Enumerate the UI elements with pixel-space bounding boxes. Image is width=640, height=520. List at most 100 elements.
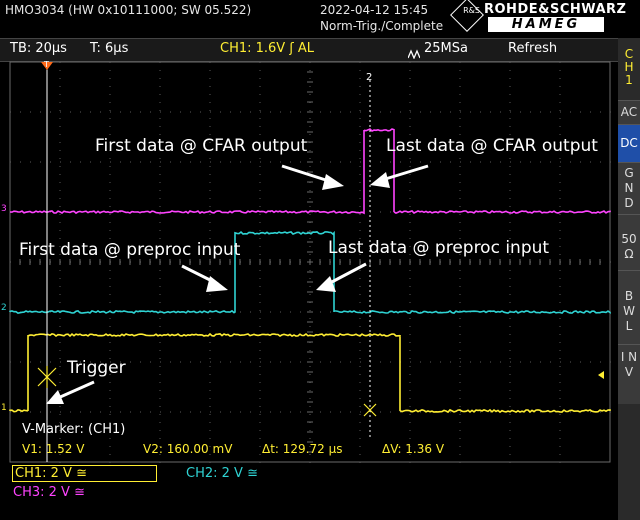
grid-dot <box>200 361 201 363</box>
grid-dot <box>559 238 561 239</box>
grid-dot <box>59 134 61 135</box>
grid-dot <box>109 318 111 319</box>
grid-dot <box>409 182 411 183</box>
grid-dot <box>559 334 561 335</box>
grid-dot <box>90 411 91 413</box>
grid-dot <box>559 318 561 319</box>
grid-dot <box>509 78 511 79</box>
grid-dot <box>509 214 511 215</box>
grid-dot <box>359 150 361 151</box>
grid-dot <box>420 361 421 363</box>
grid-dot <box>409 174 411 175</box>
grid-dot <box>210 361 211 363</box>
grid-dot <box>20 111 21 113</box>
grid-dot <box>510 161 511 163</box>
grid-dot <box>459 230 461 231</box>
grid-dot <box>280 311 281 313</box>
grid-dot <box>470 111 471 113</box>
grid-dot <box>409 110 411 111</box>
grid-dot <box>500 111 501 113</box>
grid-dot <box>340 361 341 363</box>
grid-dot <box>100 111 101 113</box>
grid-dot <box>359 270 361 271</box>
grid-dot <box>59 150 61 151</box>
grid-dot <box>270 361 271 363</box>
ch1-settings[interactable]: CH1: 2 V ≅ <box>12 465 157 482</box>
grid-dot <box>240 161 241 163</box>
grid-dot <box>59 406 61 407</box>
grid-dot <box>390 411 391 413</box>
grid-dot <box>59 358 61 359</box>
grid-dot <box>159 110 161 111</box>
grid-dot <box>209 350 211 351</box>
ch2-settings[interactable]: CH2: 2 V ≅ <box>186 466 258 481</box>
grid-dot <box>59 390 61 391</box>
grid-dot <box>559 94 561 95</box>
grid-dot <box>509 462 511 463</box>
grid-dot <box>240 311 241 313</box>
grid-dot <box>559 462 561 463</box>
grid-dot <box>410 161 411 163</box>
grid-dot <box>130 361 131 363</box>
ch1-level-marker[interactable]: 1 <box>1 403 7 413</box>
grid-dot <box>409 278 411 279</box>
grid-dot <box>209 166 211 167</box>
grid-dot <box>530 161 531 163</box>
grid-dot <box>470 361 471 363</box>
grid-dot <box>150 111 151 113</box>
grid-dot <box>109 86 111 87</box>
grid-dot <box>259 454 261 455</box>
grid-dot <box>509 430 511 431</box>
grid-dot <box>559 286 561 287</box>
grid-dot <box>259 78 261 79</box>
grid-dot <box>359 462 361 463</box>
grid-dot <box>500 361 501 363</box>
grid-dot <box>359 366 361 367</box>
grid-dot <box>509 366 511 367</box>
grid-dot <box>509 446 511 447</box>
grid-dot <box>20 361 21 363</box>
grid-dot <box>300 411 301 413</box>
grid-dot <box>509 358 511 359</box>
grid-dot <box>259 134 261 135</box>
grid-dot <box>509 126 511 127</box>
grid-dot <box>309 398 311 399</box>
grid-dot <box>230 111 231 113</box>
grid-dot <box>259 230 261 231</box>
grid-dot <box>260 311 261 313</box>
cursor-2-label: 2 <box>366 72 373 83</box>
grid-dot <box>309 150 311 151</box>
ch3-settings[interactable]: CH3: 2 V ≅ <box>13 485 85 500</box>
grid-dot <box>200 111 201 113</box>
grid-dot <box>290 161 291 163</box>
grid-dot <box>359 390 361 391</box>
grid-dot <box>50 411 51 413</box>
grid-dot <box>559 126 561 127</box>
grid-dot <box>209 398 211 399</box>
grid-dot <box>180 411 181 413</box>
grid-dot <box>320 411 321 413</box>
grid-dot <box>559 70 561 71</box>
grid-dot <box>259 462 261 463</box>
grid-dot <box>159 70 161 71</box>
grid-dot <box>109 294 111 295</box>
grid-dot <box>359 310 361 311</box>
grid-dot <box>30 411 31 413</box>
grid-dot <box>170 411 171 413</box>
grid-dot <box>509 230 511 231</box>
grid-dot <box>209 206 211 207</box>
grid-dot <box>359 214 361 215</box>
grid-dot <box>159 62 161 63</box>
grid-dot <box>509 286 511 287</box>
grid-dot <box>30 361 31 363</box>
grid-dot <box>159 390 161 391</box>
grid-dot <box>140 161 141 163</box>
grid-dot <box>109 270 111 271</box>
grid-dot <box>100 411 101 413</box>
grid-dot <box>259 438 261 439</box>
arrow-last-cfar <box>381 164 429 182</box>
grid-dot <box>120 111 121 113</box>
ch2-level-marker[interactable]: 2 <box>1 303 7 313</box>
grid-dot <box>559 102 561 103</box>
ch3-level-marker[interactable]: 3 <box>1 204 7 214</box>
